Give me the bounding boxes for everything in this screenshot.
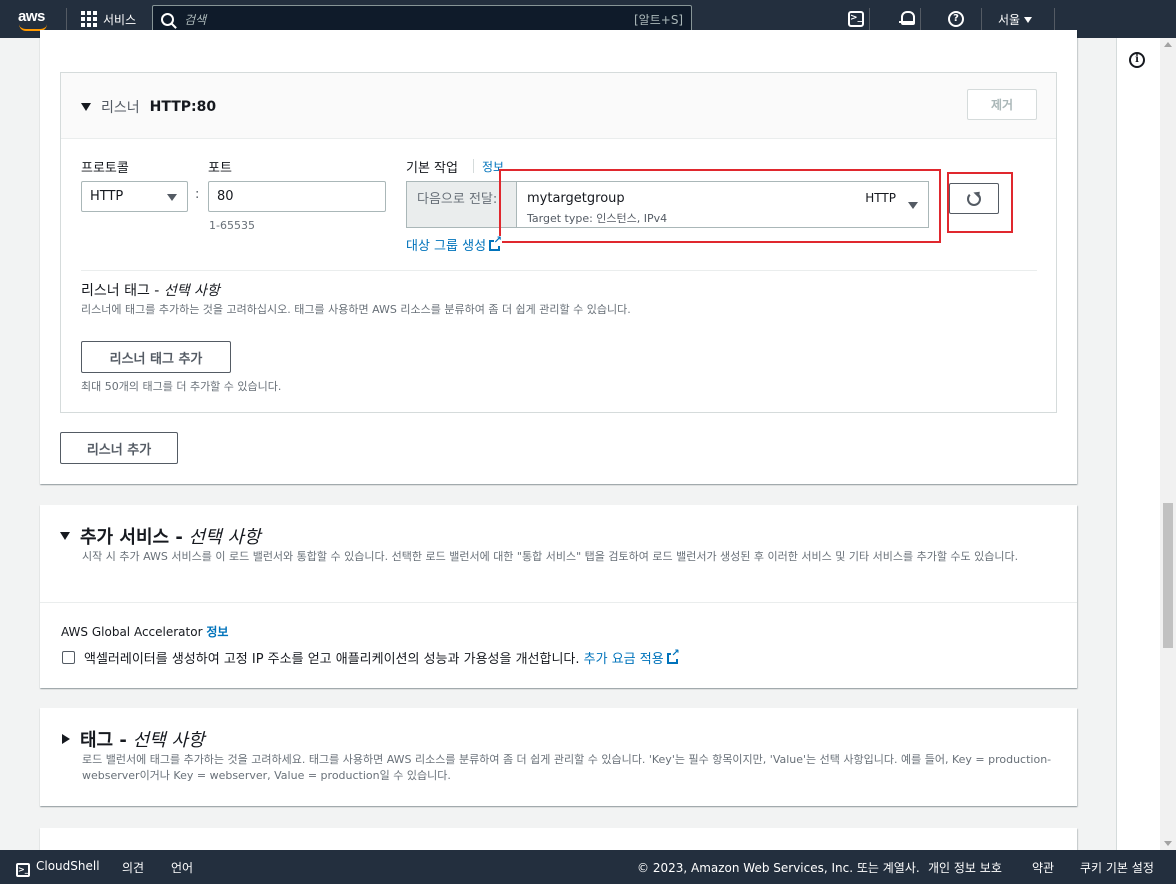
scroll-down-icon[interactable]: [1164, 841, 1172, 846]
external-link-icon: [489, 236, 503, 251]
accelerator-info-link[interactable]: 정보: [206, 625, 228, 639]
accelerator-checkbox-row: 액셀러레이터를 생성하여 고정 IP 주소를 얻고 애플리케이션의 성능과 가용…: [84, 648, 680, 667]
tags-container: 태그 - 선택 사항 로드 밸런서에 태그를 추가하는 것을 고려하세요. 태그…: [40, 708, 1077, 806]
protocol-select[interactable]: HTTP: [81, 181, 188, 212]
search-shortcut: [알트+S]: [634, 12, 684, 27]
caret-down-icon: [60, 532, 70, 540]
listener-title-prefix: 리스너: [101, 100, 140, 116]
region-label: 서울: [998, 13, 1021, 27]
listener-title[interactable]: 리스너 HTTP:80: [81, 97, 216, 117]
addon-services-description: 시작 시 추가 AWS 서비스를 이 로드 밸런서와 통합할 수 있습니다. 선…: [82, 550, 1019, 563]
extra-charge-label: 추가 요금 적용: [583, 652, 664, 667]
protocol-label: 프로토콜: [81, 161, 129, 176]
remove-listener-button[interactable]: 제거: [967, 89, 1037, 120]
section-divider: [40, 602, 1077, 603]
tags-description: 로드 밸런서에 태그를 추가하는 것을 고려하세요. 태그를 사용하면 AWS …: [82, 753, 1052, 782]
default-action-label: 기본 작업: [406, 161, 458, 176]
page-scrollbar[interactable]: [1160, 38, 1176, 850]
listener-panel: 리스너 HTTP:80 제거 프로토콜 HTTP : 포트 80 1-65535…: [60, 72, 1057, 413]
port-input[interactable]: 80: [208, 181, 386, 212]
protocol-port-separator: :: [195, 187, 200, 202]
create-target-group-label: 대상 그룹 생성: [406, 239, 487, 254]
tag-limit-hint: 최대 50개의 태그를 더 추가할 수 있습니다.: [81, 380, 282, 393]
label-divider: [473, 159, 474, 173]
section-divider: [81, 270, 1037, 271]
port-label: 포트: [208, 161, 232, 176]
notifications-bell-icon[interactable]: [899, 11, 915, 25]
accelerator-checkbox[interactable]: [62, 651, 75, 664]
listener-tags-title: 리스너 태그 - 선택 사항: [81, 280, 220, 300]
nav-divider: [1054, 8, 1055, 30]
nav-divider: [66, 8, 67, 30]
region-selector[interactable]: 서울: [998, 11, 1033, 28]
addon-services-header[interactable]: 추가 서비스 - 선택 사항: [60, 523, 261, 549]
highlight-box-target-group: [499, 169, 941, 243]
services-label: 서비스: [103, 12, 137, 27]
aws-logo[interactable]: aws: [16, 5, 52, 33]
help-icon[interactable]: ?: [948, 11, 964, 27]
external-link-icon: [666, 649, 680, 664]
caret-right-icon: [62, 734, 70, 744]
add-listener-tag-button[interactable]: 리스너 태그 추가: [81, 341, 231, 373]
accelerator-checkbox-label: 액셀러레이터를 생성하여 고정 IP 주소를 얻고 애플리케이션의 성능과 가용…: [84, 652, 580, 667]
listener-header: 리스너 HTTP:80 제거: [61, 73, 1056, 139]
listener-tags-description: 리스너에 태그를 추가하는 것을 고려하십시오. 태그를 사용하면 AWS 리소…: [81, 303, 631, 316]
tags-header[interactable]: 태그 - 선택 사항: [62, 726, 205, 752]
scrollbar-thumb[interactable]: [1163, 503, 1173, 648]
highlight-box-refresh: [947, 172, 1013, 233]
services-menu[interactable]: 서비스: [81, 11, 136, 28]
tags-title: 태그 -: [80, 730, 127, 751]
addon-services-container: 추가 서비스 - 선택 사항 시작 시 추가 AWS 서비스를 이 로드 밸런서…: [40, 505, 1077, 688]
cloudshell-icon: >_: [16, 863, 30, 877]
search-placeholder: 검색: [184, 12, 207, 27]
search-input[interactable]: 검색 [알트+S]: [152, 5, 693, 33]
cloudshell-icon[interactable]: >_: [848, 11, 864, 27]
cookie-preferences-link[interactable]: 쿠키 기본 설정: [1080, 859, 1154, 876]
protocol-value: HTTP: [90, 189, 124, 204]
create-target-group-link[interactable]: 대상 그룹 생성: [406, 235, 503, 254]
privacy-link[interactable]: 개인 정보 보호: [928, 859, 1002, 876]
console-footer: >_ CloudShell 의견 언어 © 2023, Amazon Web Se…: [0, 850, 1176, 884]
listeners-container: 리스너 HTTP:80 제거 프로토콜 HTTP : 포트 80 1-65535…: [40, 30, 1077, 484]
scroll-up-icon[interactable]: [1164, 42, 1172, 47]
terms-link[interactable]: 약관: [1032, 859, 1054, 876]
add-listener-button[interactable]: 리스너 추가: [60, 432, 178, 464]
copyright-text: © 2023, Amazon Web Services, Inc. 또는 계열사…: [637, 861, 920, 875]
nav-divider: [981, 8, 982, 30]
accelerator-label-row: AWS Global Accelerator 정보: [61, 623, 228, 640]
nav-divider: [869, 8, 870, 30]
aws-logo-text: aws: [18, 8, 45, 25]
cloudshell-link[interactable]: >_ CloudShell: [16, 859, 100, 877]
port-range-hint: 1-65535: [209, 219, 255, 232]
accelerator-label: AWS Global Accelerator: [61, 625, 203, 639]
search-icon: [161, 12, 175, 26]
grid-icon: [81, 11, 97, 27]
feedback-link[interactable]: 의견: [122, 859, 144, 876]
caret-down-icon: [81, 103, 91, 111]
caret-down-icon: [167, 194, 177, 201]
nav-divider: [920, 8, 921, 30]
addon-services-title: 추가 서비스 -: [80, 527, 183, 548]
listener-title-value: HTTP:80: [149, 99, 217, 115]
listener-tags-title-main: 리스너 태그 -: [81, 283, 160, 299]
listener-tags-title-optional: 선택 사항: [163, 283, 220, 299]
cloudshell-label: CloudShell: [36, 859, 100, 873]
chevron-down-icon: [1024, 16, 1033, 23]
extra-charge-link[interactable]: 추가 요금 적용: [583, 649, 680, 667]
tags-optional: 선택 사항: [132, 730, 205, 751]
port-value: 80: [217, 189, 234, 204]
info-icon[interactable]: i: [1129, 52, 1145, 68]
language-link[interactable]: 언어: [171, 859, 193, 876]
tools-panel-rail: i: [1116, 38, 1160, 850]
addon-services-optional: 선택 사항: [188, 527, 261, 548]
